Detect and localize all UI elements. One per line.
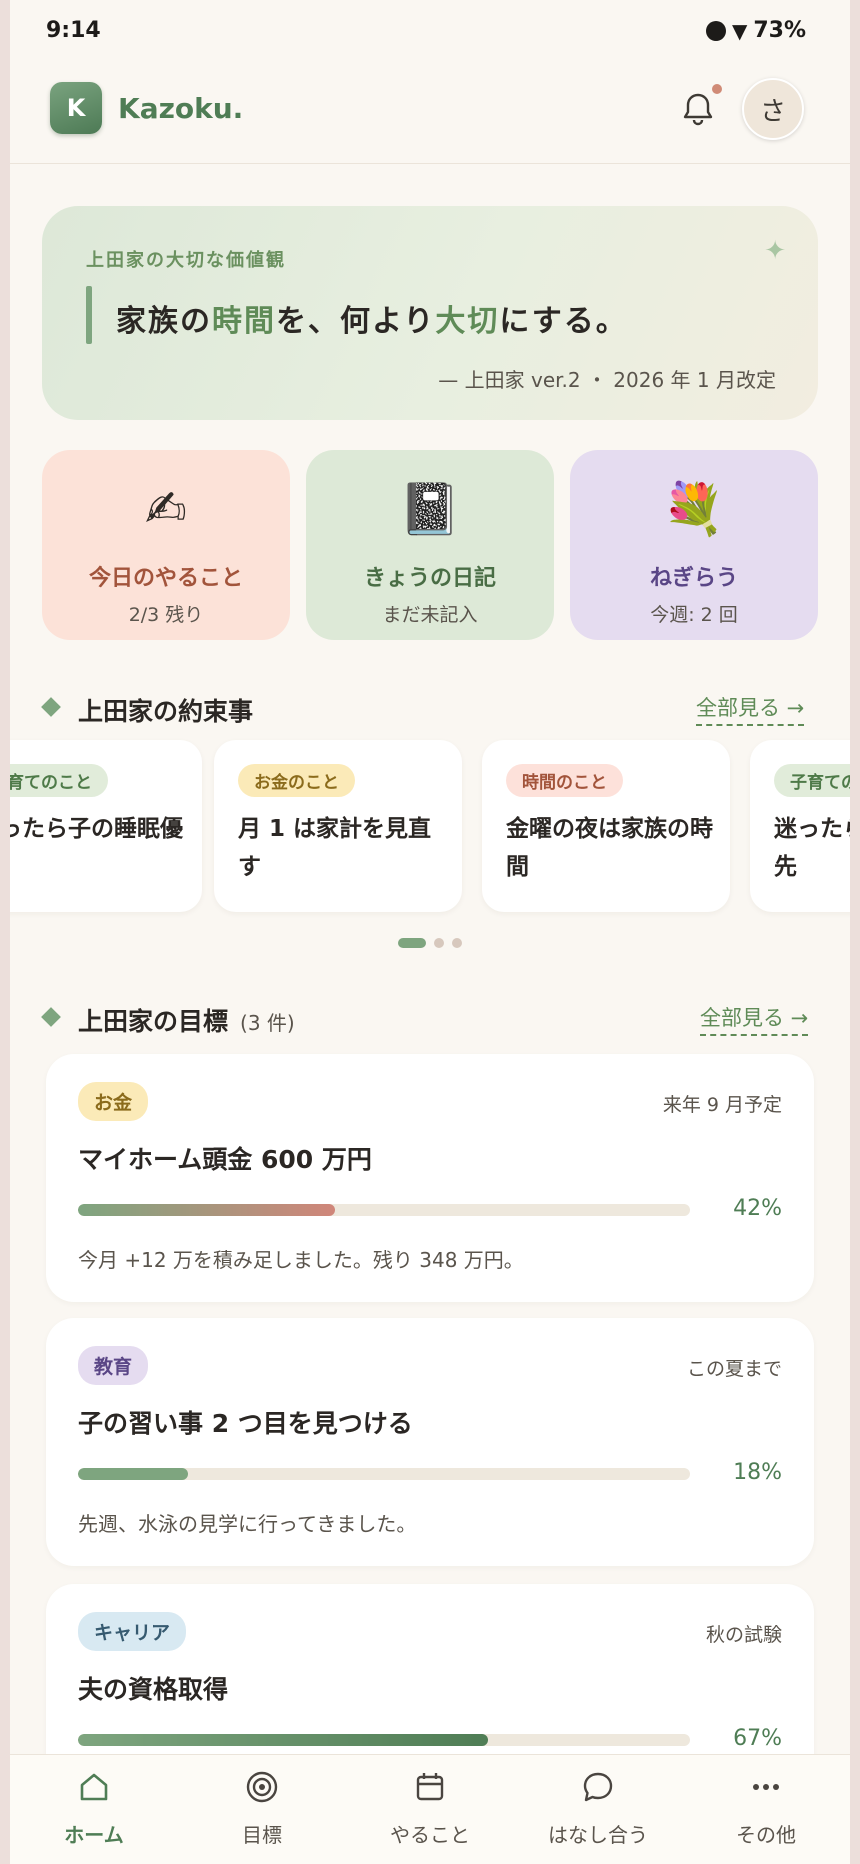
goal-title: 夫の資格取得	[78, 1675, 229, 1704]
avatar[interactable]: さ	[742, 78, 804, 140]
page-dot[interactable]	[434, 938, 444, 948]
goal-note: 先週、水泳の見学に行ってきました。	[78, 1512, 417, 1536]
rule-card[interactable]: 時間のこと 金曜の夜は家族の時間	[482, 740, 730, 912]
tile-subtitle: 今週: 2 回	[650, 604, 738, 626]
quote-highlight: 大切	[435, 304, 500, 339]
goal-title: マイホーム頭金 600 万円	[78, 1145, 372, 1174]
app-screen: 9:14 ▼ 73% K Kazoku. さ 上田家の大切な価値観 ✦ 家族の時…	[10, 0, 850, 1864]
tile-todo[interactable]: ✍ 今日のやること 2/3 残り	[42, 450, 290, 640]
memo-icon: ✍	[145, 480, 187, 538]
goal-progress-track	[78, 1204, 690, 1216]
goal-due: 秋の試験	[705, 1624, 782, 1646]
sparkle-icon: ✦	[764, 236, 786, 266]
values-quote: 家族の時間を、何より大切にする。	[116, 296, 628, 340]
calendar-icon	[416, 1773, 444, 1801]
goal-tag: キャリア	[78, 1612, 187, 1651]
goals-count: (3 件)	[240, 1011, 295, 1035]
goal-progress-track	[78, 1734, 690, 1746]
family-values-card: 上田家の大切な価値観 ✦ 家族の時間を、何より大切にする。 — 上田家 ver.…	[42, 206, 818, 420]
chat-bubble-icon	[583, 1772, 613, 1802]
rules-see-all-link[interactable]: 全部見る →	[696, 692, 805, 726]
quote-part: 家族の	[116, 304, 212, 339]
page-dot[interactable]	[452, 938, 462, 948]
status-time: 9:14	[46, 18, 101, 43]
goal-tag: お金	[78, 1082, 149, 1121]
rule-tag: 時間のこと	[506, 764, 623, 797]
tile-title: きょうの日記	[363, 566, 496, 591]
values-signature: — 上田家 ver.2 ・ 2026 年 1 月改定	[438, 368, 776, 392]
rule-text: 迷ったら子の睡眠優先	[10, 816, 183, 842]
rule-card[interactable]: 子育てのこと 迷ったら子の睡眠優先	[10, 740, 202, 912]
app-logo[interactable]: K	[50, 82, 102, 134]
rule-text: 迷ったら子の睡眠優先	[774, 816, 850, 880]
nav-home[interactable]: ホーム	[10, 1755, 178, 1864]
goals-see-all-link[interactable]: 全部見る →	[700, 1002, 809, 1036]
nav-label: はなし合う	[548, 1823, 648, 1847]
goal-progress-fill	[78, 1734, 489, 1746]
goal-percent: 67%	[733, 1726, 782, 1751]
nav-discuss[interactable]: はなし合う	[514, 1755, 682, 1864]
nav-goals[interactable]: 目標	[178, 1755, 346, 1864]
rule-text: 月 1 は家計を見直す	[238, 816, 432, 880]
rule-tag: 子育てのこと	[10, 764, 108, 797]
wifi-icon: ▼	[731, 18, 748, 43]
nav-label: やること	[390, 1823, 470, 1847]
section-title: 上田家の約束事	[78, 697, 254, 726]
notification-badge	[712, 84, 722, 94]
tile-subtitle: 2/3 残り	[128, 604, 204, 626]
goal-tag: 教育	[78, 1346, 149, 1385]
values-label: 上田家の大切な価値観	[86, 250, 286, 271]
nav-label: ホーム	[64, 1823, 124, 1847]
diamond-icon	[41, 697, 61, 717]
goal-percent: 42%	[733, 1196, 782, 1221]
bottom-navigation: ホーム 目標 やること はなし合う その他	[10, 1754, 850, 1864]
notebook-icon: 📓	[398, 480, 462, 538]
page-dot-active[interactable]	[398, 938, 426, 948]
rule-card[interactable]: 子育てのこと 迷ったら子の睡眠優先	[750, 740, 850, 912]
goal-title: 子の習い事 2 つ目を見つける	[78, 1409, 413, 1438]
rule-text: 金曜の夜は家族の時間	[506, 816, 713, 880]
goal-card[interactable]: お金 来年 9 月予定 マイホーム頭金 600 万円 42% 今月 +12 万を…	[46, 1054, 814, 1302]
bouquet-icon: 💐	[662, 480, 726, 538]
nav-label: 目標	[242, 1823, 282, 1847]
status-icons: ▼ 73%	[705, 18, 806, 43]
tile-appreciate[interactable]: 💐 ねぎらう 今週: 2 回	[570, 450, 818, 640]
target-icon	[246, 1771, 278, 1803]
quote-part: を、何より	[276, 304, 436, 339]
nav-todo[interactable]: やること	[346, 1755, 514, 1864]
carousel-pagination	[398, 938, 462, 948]
tile-title: ねぎらう	[649, 566, 738, 591]
nav-label: その他	[736, 1823, 796, 1847]
camera-dot-icon	[705, 20, 726, 41]
goal-progress-fill	[78, 1468, 189, 1480]
goal-progress-track	[78, 1468, 690, 1480]
rule-card[interactable]: お金のこと 月 1 は家計を見直す	[214, 740, 462, 912]
tile-diary[interactable]: 📓 きょうの日記 まだ未記入	[306, 450, 554, 640]
rule-tag: 子育てのこと	[774, 764, 850, 797]
quote-bar	[86, 286, 92, 344]
diamond-icon	[41, 1007, 61, 1027]
goal-due: 来年 9 月予定	[662, 1094, 782, 1116]
status-bar: 9:14 ▼ 73%	[10, 0, 850, 66]
goal-percent: 18%	[733, 1460, 782, 1485]
goal-note: 今月 +12 万を積み足しました。残り 348 万円。	[78, 1248, 524, 1272]
quote-part: にする。	[499, 304, 628, 339]
more-icon	[753, 1784, 779, 1790]
rule-tag: お金のこと	[238, 764, 355, 797]
goals-title: 上田家の目標	[78, 1007, 229, 1036]
goal-due: この夏まで	[686, 1358, 782, 1380]
quote-highlight: 時間	[212, 304, 276, 339]
tile-title: 今日のやること	[88, 566, 243, 591]
nav-more[interactable]: その他	[682, 1755, 850, 1864]
home-icon	[80, 1773, 108, 1801]
app-name: Kazoku.	[118, 92, 244, 125]
goal-card[interactable]: 教育 この夏まで 子の習い事 2 つ目を見つける 18% 先週、水泳の見学に行っ…	[46, 1318, 814, 1566]
app-header: K Kazoku. さ	[10, 66, 850, 164]
section-title: 上田家の目標 (3 件)	[78, 1002, 295, 1038]
tile-subtitle: まだ未記入	[382, 604, 478, 626]
goal-progress-fill	[78, 1204, 336, 1216]
battery-level: 73%	[753, 18, 806, 43]
